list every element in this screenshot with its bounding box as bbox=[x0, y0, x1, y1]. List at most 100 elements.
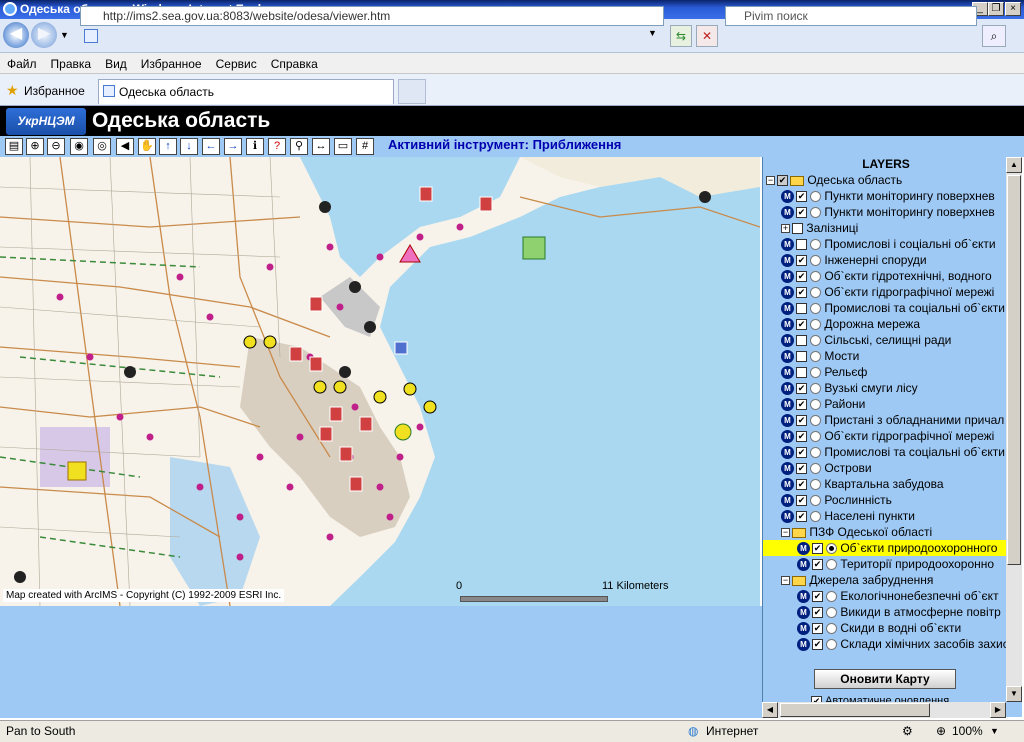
search-input[interactable]: Pivim поиск bbox=[725, 6, 977, 26]
metadata-icon[interactable]: M bbox=[781, 254, 794, 268]
layer-checkbox[interactable]: ✔ bbox=[796, 383, 807, 395]
layer-checkbox[interactable] bbox=[796, 239, 807, 251]
back-button[interactable]: ◀ bbox=[3, 22, 29, 48]
menu-favorites[interactable]: Избранное bbox=[134, 53, 209, 71]
layer-checkbox[interactable]: ✔ bbox=[777, 175, 788, 187]
active-layer-radio[interactable] bbox=[810, 207, 821, 219]
metadata-icon[interactable]: M bbox=[781, 446, 794, 460]
active-layer-radio[interactable] bbox=[810, 415, 821, 427]
active-layer-radio[interactable] bbox=[810, 495, 821, 507]
metadata-icon[interactable]: M bbox=[797, 542, 810, 556]
browser-tab[interactable]: Одеська область bbox=[98, 79, 394, 104]
layer-row[interactable]: M ✔ Території природоохоронно bbox=[763, 556, 1009, 572]
layer-row[interactable]: M ✔ Пристані з обладнаними причал bbox=[763, 412, 1009, 428]
layer-checkbox[interactable]: ✔ bbox=[812, 623, 823, 635]
active-layer-radio[interactable] bbox=[810, 447, 821, 459]
layer-checkbox[interactable] bbox=[792, 223, 803, 235]
active-layer-radio[interactable] bbox=[810, 303, 821, 315]
layer-row[interactable]: M ✔ Населені пункти bbox=[763, 508, 1009, 524]
metadata-icon[interactable]: M bbox=[781, 238, 794, 252]
map-view[interactable] bbox=[0, 157, 760, 606]
metadata-icon[interactable]: M bbox=[781, 334, 794, 348]
layer-checkbox[interactable] bbox=[796, 303, 807, 315]
active-layer-radio[interactable] bbox=[810, 431, 821, 443]
pan-north-icon[interactable]: ↑ bbox=[159, 138, 177, 155]
layer-row[interactable]: M ✔ Об`єкти гідротехнічні, водного bbox=[763, 268, 1009, 284]
metadata-icon[interactable]: M bbox=[797, 606, 810, 620]
metadata-icon[interactable]: M bbox=[781, 510, 794, 524]
scroll-right-icon[interactable]: ▶ bbox=[990, 702, 1006, 718]
metadata-icon[interactable]: M bbox=[781, 430, 794, 444]
favorites-star-icon[interactable]: ★ bbox=[6, 82, 19, 99]
find-binoculars-icon[interactable]: ⚲ bbox=[290, 138, 308, 155]
metadata-icon[interactable]: M bbox=[781, 414, 794, 428]
layer-row[interactable]: M Рельєф bbox=[763, 364, 1009, 380]
active-layer-radio[interactable] bbox=[810, 319, 821, 331]
layer-checkbox[interactable]: ✔ bbox=[796, 271, 807, 283]
address-input[interactable]: http://ims2.sea.gov.ua:8083/website/odes… bbox=[80, 6, 664, 26]
layer-row[interactable]: M ✔ Вузькі смуги лісу bbox=[763, 380, 1009, 396]
active-layer-radio[interactable] bbox=[810, 191, 821, 203]
layer-row[interactable]: M ✔ Рослинність bbox=[763, 492, 1009, 508]
layer-row[interactable]: M ✔ Пункти моніторингу поверхнев bbox=[763, 188, 1009, 204]
layer-checkbox[interactable]: ✔ bbox=[796, 495, 807, 507]
identify-icon[interactable]: ℹ bbox=[246, 138, 264, 155]
active-layer-radio[interactable] bbox=[810, 271, 821, 283]
layer-checkbox[interactable]: ✔ bbox=[796, 207, 807, 219]
layer-checkbox[interactable]: ✔ bbox=[812, 543, 823, 555]
layer-row[interactable]: M ✔ Квартальна забудова bbox=[763, 476, 1009, 492]
active-layer-radio[interactable] bbox=[810, 511, 821, 523]
active-layer-radio[interactable] bbox=[826, 607, 837, 619]
layer-checkbox[interactable]: ✔ bbox=[796, 319, 807, 331]
active-layer-radio[interactable] bbox=[810, 335, 821, 347]
zoom-last-icon[interactable]: ◀ bbox=[116, 138, 134, 155]
zoom-level[interactable]: 100% bbox=[952, 721, 983, 742]
pan-east-icon[interactable]: → bbox=[224, 138, 242, 155]
metadata-icon[interactable]: M bbox=[781, 270, 794, 284]
collapse-icon[interactable]: − bbox=[781, 528, 790, 538]
metadata-icon[interactable]: M bbox=[781, 494, 794, 508]
layer-row[interactable]: M ✔ Об`єкти гідрографічної мережі bbox=[763, 284, 1009, 300]
layer-row[interactable]: M ✔ Екологічнонебезпечні об`єкт bbox=[763, 588, 1009, 604]
metadata-icon[interactable]: M bbox=[797, 638, 810, 652]
query-icon[interactable]: ? bbox=[268, 138, 286, 155]
layer-checkbox[interactable]: ✔ bbox=[796, 511, 807, 523]
layer-checkbox[interactable]: ✔ bbox=[812, 591, 823, 603]
layer-checkbox[interactable]: ✔ bbox=[796, 463, 807, 475]
layer-row[interactable]: M Промислові і соціальні об`єкти bbox=[763, 236, 1009, 252]
layer-row[interactable]: + Залізниці bbox=[763, 220, 1009, 236]
active-layer-radio[interactable] bbox=[826, 623, 837, 635]
refresh-map-button[interactable]: Оновити Карту bbox=[814, 669, 956, 689]
layer-row[interactable]: M ✔ Промислові та соціальні об`єкти bbox=[763, 444, 1009, 460]
metadata-icon[interactable]: M bbox=[781, 350, 794, 364]
stop-icon[interactable]: ✕ bbox=[696, 25, 718, 47]
layer-checkbox[interactable] bbox=[796, 367, 807, 379]
active-layer-radio[interactable] bbox=[810, 255, 821, 267]
zoom-active-icon[interactable]: ◎ bbox=[93, 138, 111, 155]
pan-hand-icon[interactable]: ✋ bbox=[138, 138, 156, 155]
active-layer-radio[interactable] bbox=[810, 479, 821, 491]
favorites-button[interactable]: Избранное bbox=[24, 84, 85, 98]
layer-checkbox[interactable] bbox=[796, 335, 807, 347]
active-layer-radio[interactable] bbox=[826, 639, 837, 651]
layer-row[interactable]: M ✔ Острови bbox=[763, 460, 1009, 476]
layer-checkbox[interactable]: ✔ bbox=[796, 255, 807, 267]
layer-row[interactable]: M ✔ Пункти моніторингу поверхнев bbox=[763, 204, 1009, 220]
expand-icon[interactable]: + bbox=[781, 224, 790, 234]
layer-row[interactable]: M ✔ Райони bbox=[763, 396, 1009, 412]
scroll-up-icon[interactable]: ▲ bbox=[1006, 157, 1022, 173]
collapse-icon[interactable]: − bbox=[781, 576, 790, 586]
layer-checkbox[interactable] bbox=[796, 351, 807, 363]
menu-file[interactable]: Файл bbox=[0, 53, 44, 71]
metadata-icon[interactable]: M bbox=[781, 302, 794, 316]
layer-checkbox[interactable]: ✔ bbox=[796, 431, 807, 443]
layer-row[interactable]: M ✔ Викиди в атмосферне повітр bbox=[763, 604, 1009, 620]
metadata-icon[interactable]: M bbox=[781, 398, 794, 412]
horizontal-scroll-thumb[interactable] bbox=[780, 703, 930, 717]
pan-west-icon[interactable]: ← bbox=[202, 138, 220, 155]
layer-checkbox[interactable]: ✔ bbox=[796, 479, 807, 491]
active-layer-radio[interactable] bbox=[826, 559, 837, 571]
layer-checkbox[interactable]: ✔ bbox=[796, 191, 807, 203]
maximize-button[interactable]: ❐ bbox=[988, 2, 1004, 16]
active-layer-radio[interactable] bbox=[826, 591, 837, 603]
